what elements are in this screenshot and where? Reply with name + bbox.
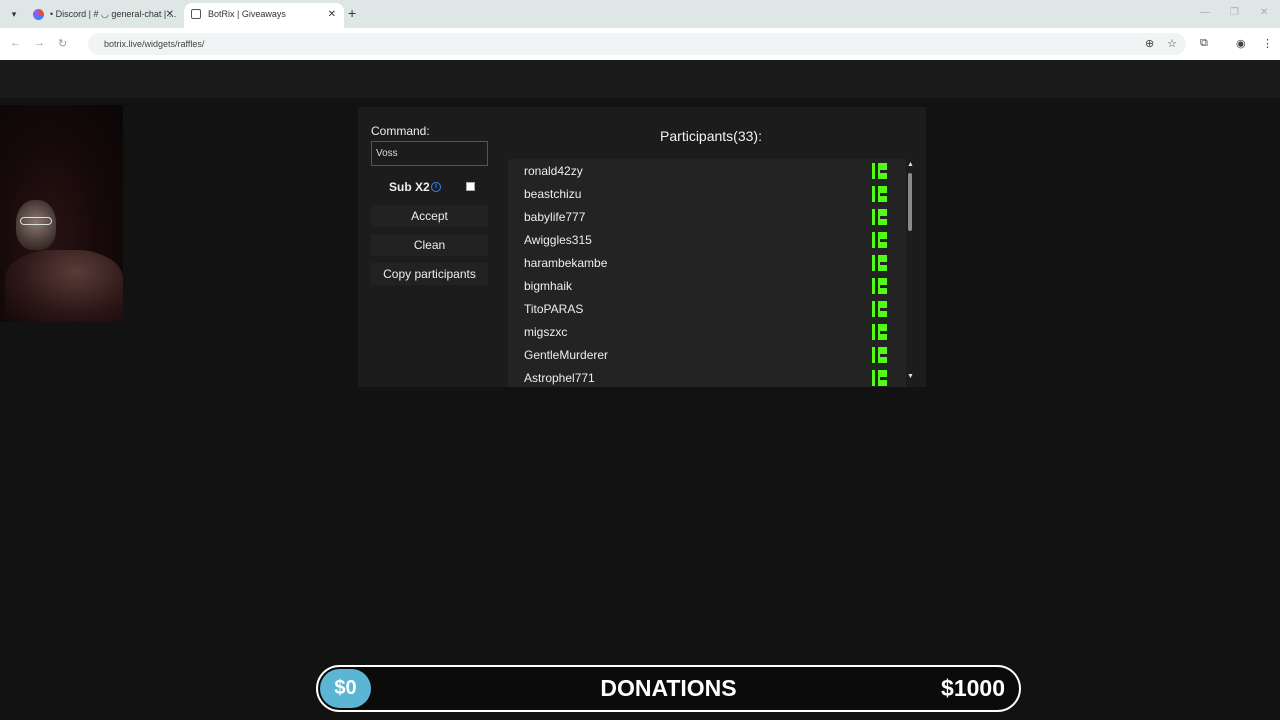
participant-row: harambekambe <box>508 251 906 274</box>
accept-button[interactable]: Accept <box>371 205 488 227</box>
forward-icon[interactable]: → <box>34 37 45 49</box>
scroll-down-icon[interactable]: ▼ <box>907 373 914 380</box>
kick-icon <box>872 232 887 248</box>
page-content: Command: Voss Sub X2 i Accept Clean Copy… <box>0 60 1280 720</box>
participant-row: babylife777 <box>508 205 906 228</box>
participant-row: beastchizu <box>508 182 906 205</box>
command-label: Command: <box>371 124 430 138</box>
url-field[interactable]: botrix.live/widgets/raffles/ <box>88 33 1186 55</box>
webcam-glasses <box>20 217 52 225</box>
back-icon[interactable]: ← <box>10 37 21 49</box>
kick-icon <box>872 255 887 271</box>
tab-discord[interactable]: • Discord | # ◡ general-chat | ... ✕ <box>26 3 182 28</box>
tab-label: BotRix | Giveaways <box>208 9 286 19</box>
participant-row: bigmhaik <box>508 274 906 297</box>
participant-row: Astrophel771 <box>508 366 906 387</box>
sub-x2-label: Sub X2 <box>389 180 430 194</box>
new-tab-icon[interactable]: + <box>348 5 356 21</box>
page-header <box>0 60 1280 98</box>
raffle-panel: Command: Voss Sub X2 i Accept Clean Copy… <box>358 107 926 387</box>
info-icon[interactable]: i <box>431 182 441 192</box>
kick-icon <box>872 347 887 363</box>
kick-icon <box>872 370 887 386</box>
participant-name: bigmhaik <box>524 279 573 293</box>
participant-name: ronald42zy <box>524 164 583 178</box>
scrollbar-thumb[interactable] <box>908 173 912 231</box>
donations-goal-bar: $0 DONATIONS $1000 <box>316 665 1021 712</box>
close-icon[interactable]: ✕ <box>166 3 174 26</box>
participant-name: Awiggles315 <box>524 233 592 247</box>
webcam-person-head <box>16 200 56 250</box>
menu-icon[interactable]: ⋮ <box>1262 37 1273 50</box>
botrix-favicon-icon <box>191 9 201 19</box>
participant-name: TitoPARAS <box>524 302 584 316</box>
kick-icon <box>872 301 887 317</box>
participant-row: TitoPARAS <box>508 297 906 320</box>
participant-row: ronald42zy <box>508 159 906 182</box>
sub-x2-checkbox[interactable] <box>466 182 475 191</box>
donations-title: DONATIONS <box>600 675 737 701</box>
participant-name: migszxc <box>524 325 568 339</box>
kick-icon <box>872 324 887 340</box>
bookmark-star-icon[interactable]: ☆ <box>1167 37 1177 50</box>
profile-icon[interactable]: ◉ <box>1236 37 1246 50</box>
participant-row: migszxc <box>508 320 906 343</box>
participant-name: babylife777 <box>524 210 586 224</box>
window-close-icon[interactable]: ✕ <box>1260 7 1268 18</box>
restore-icon[interactable]: ❐ <box>1230 7 1239 18</box>
participant-row: GentleMurderer <box>508 343 906 366</box>
participants-title: Participants(33): <box>660 128 762 144</box>
kick-icon <box>872 278 887 294</box>
participant-name: GentleMurderer <box>524 348 609 362</box>
kick-icon <box>872 163 887 179</box>
scroll-up-icon[interactable]: ▲ <box>907 161 914 168</box>
command-input[interactable]: Voss <box>371 141 488 166</box>
participant-name: beastchizu <box>524 187 582 201</box>
reload-icon[interactable]: ↻ <box>58 37 67 50</box>
participant-row: Awiggles315 <box>508 228 906 251</box>
tab-search-icon[interactable]: ▾ <box>8 8 20 20</box>
participants-scrollbar[interactable]: ▲ ▼ <box>906 159 914 387</box>
webcam-person-body <box>5 250 123 322</box>
discord-favicon-icon <box>33 9 44 20</box>
kick-icon <box>872 186 887 202</box>
kick-icon <box>872 209 887 225</box>
extensions-icon[interactable]: ⧉ <box>1200 37 1208 50</box>
minimize-icon[interactable]: — <box>1200 7 1210 18</box>
webcam-overlay <box>0 105 123 322</box>
zoom-icon[interactable]: ⊕ <box>1145 37 1154 50</box>
tab-botrix[interactable]: BotRix | Giveaways ✕ <box>184 3 344 28</box>
participants-list[interactable]: ronald42zy beastchizu babylife777 Awiggles3… <box>508 159 906 387</box>
clean-button[interactable]: Clean <box>371 234 488 256</box>
close-icon[interactable]: ✕ <box>328 3 336 26</box>
donations-goal: $1000 <box>941 675 1005 701</box>
participant-name: Astrophel771 <box>524 371 595 385</box>
browser-tabbar: ▾ • Discord | # ◡ general-chat | ... ✕ B… <box>0 0 1280 28</box>
address-bar: ← → ↻ botrix.live/widgets/raffles/ ⊕ ☆ ⧉… <box>0 28 1280 60</box>
tab-label: • Discord | # ◡ general-chat | ... <box>50 9 177 19</box>
copy-participants-button[interactable]: Copy participants <box>371 263 488 285</box>
participant-name: harambekambe <box>524 256 608 270</box>
